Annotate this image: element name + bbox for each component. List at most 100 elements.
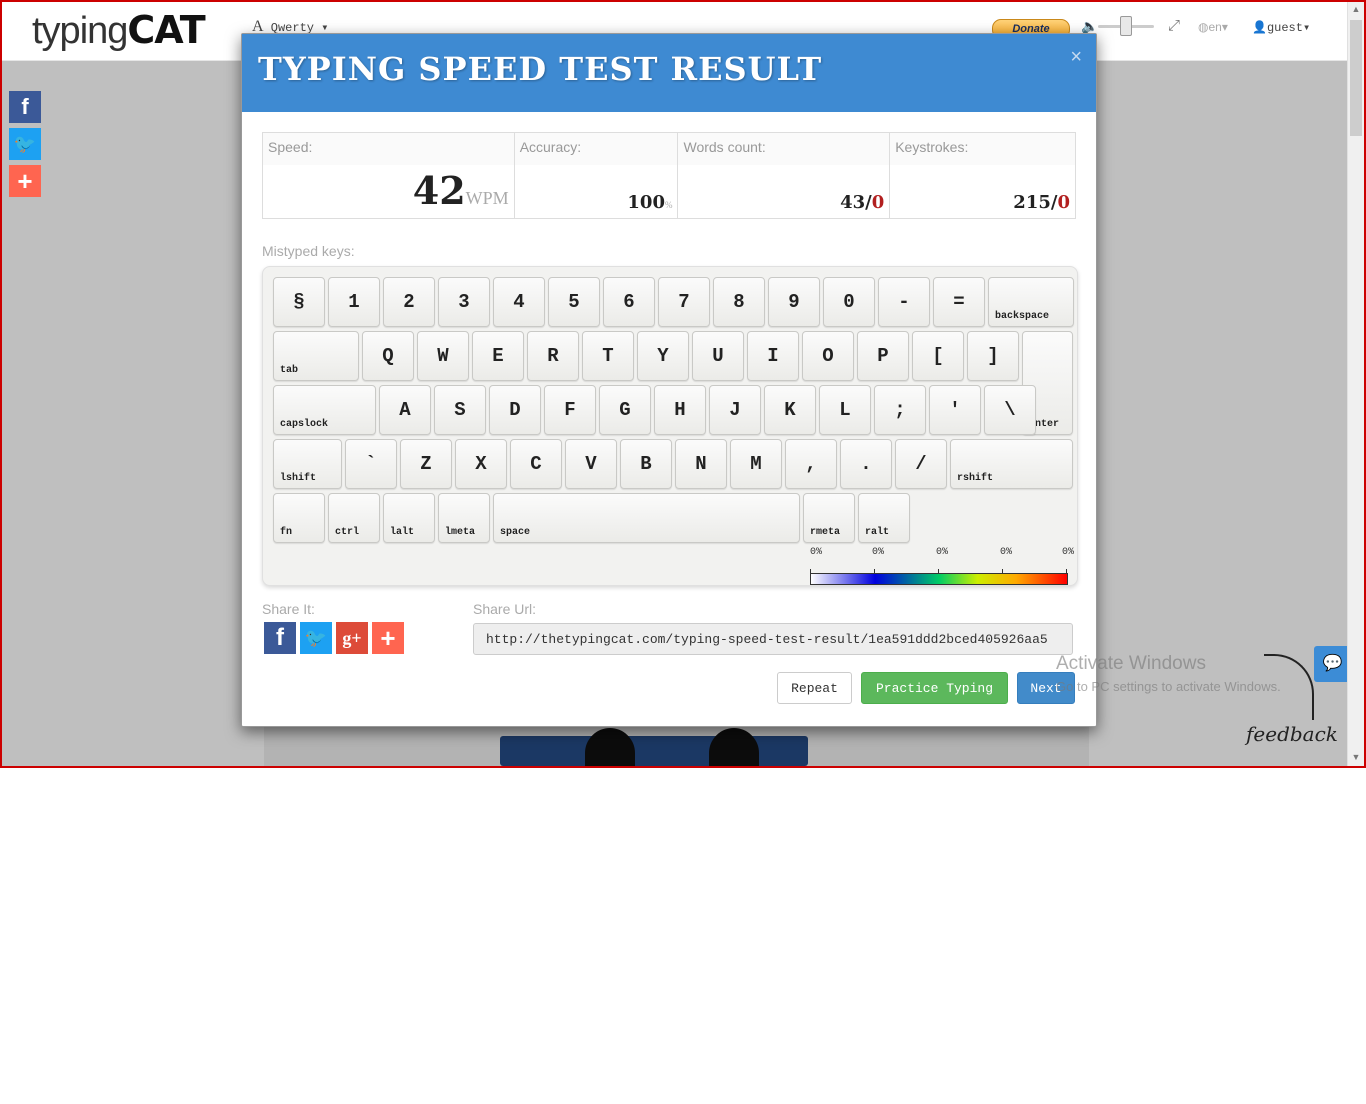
key-char: \ (984, 385, 1036, 435)
key-char: / (895, 439, 947, 489)
key-char: O (802, 331, 854, 381)
key-char: 9 (768, 277, 820, 327)
heatmap-label: 0% (1062, 547, 1075, 558)
key-char: 4 (493, 277, 545, 327)
key-char: T (582, 331, 634, 381)
speed-unit: WPM (465, 188, 509, 208)
accuracy-unit: % (664, 200, 673, 210)
modal-title: TYPING SPEED TEST RESULT (258, 50, 823, 88)
key-rmeta: rmeta (803, 493, 855, 543)
key-char: U (692, 331, 744, 381)
stat-speed: Speed: 42WPM (263, 133, 515, 218)
addthis-share-icon[interactable]: + (9, 165, 41, 197)
watermark-title: Activate Windows (1056, 653, 1206, 674)
caret-down-icon: ▾ (1221, 20, 1228, 34)
key-char: 1 (328, 277, 380, 327)
keystrokes-errors: 0 (1057, 192, 1070, 213)
user-menu[interactable]: 👤guest▾ (1252, 20, 1310, 35)
chat-bubble-icon[interactable]: 💬 (1314, 646, 1351, 682)
key-label: tab (280, 365, 299, 376)
key-char: ; (874, 385, 926, 435)
repeat-button[interactable]: Repeat (777, 672, 852, 704)
addthis-icon[interactable]: + (372, 622, 404, 654)
key-label: rshift (957, 473, 994, 484)
key-char: . (840, 439, 892, 489)
accuracy-value: 100% (627, 192, 672, 213)
key-char: A (379, 385, 431, 435)
key-label: lmeta (445, 527, 476, 538)
globe-icon: ◍ (1198, 20, 1209, 34)
key-char: M (730, 439, 782, 489)
key-ctrl: ctrl (328, 493, 380, 543)
close-icon[interactable]: × (1070, 46, 1082, 69)
key-char: C (510, 439, 562, 489)
key-char: S (434, 385, 486, 435)
result-modal: TYPING SPEED TEST RESULT × Speed: 42WPM … (241, 33, 1097, 727)
key-tab: tab (273, 331, 359, 381)
key-char: Q (362, 331, 414, 381)
key-label: ralt (865, 527, 890, 538)
key-char: , (785, 439, 837, 489)
words-errors: 0 (871, 192, 885, 213)
twitter-icon[interactable]: 🐦 (300, 622, 332, 654)
key-label: rmeta (810, 527, 841, 538)
share-url-input[interactable]: http://thetypingcat.com/typing-speed-tes… (473, 623, 1073, 655)
feedback-link[interactable]: feedback (1246, 722, 1338, 746)
user-name: guest (1266, 21, 1303, 35)
volume-slider-handle[interactable] (1120, 16, 1132, 36)
practice-typing-button[interactable]: Practice Typing (861, 672, 1008, 704)
key-capslock: capslock (273, 385, 376, 435)
key-char: E (472, 331, 524, 381)
keystrokes-label: Keystrokes: (895, 139, 969, 155)
logo-bold-text: CAT (127, 8, 205, 52)
stat-keystrokes: Keystrokes: 215/0 (890, 133, 1075, 218)
stat-words: Words count: 43/0 (678, 133, 891, 218)
key-rshift: rshift (950, 439, 1073, 489)
facebook-icon[interactable]: f (264, 622, 296, 654)
key-char: 2 (383, 277, 435, 327)
twitter-share-icon[interactable]: 🐦 (9, 128, 41, 160)
key-char: W (417, 331, 469, 381)
key-char: ' (929, 385, 981, 435)
language-dropdown[interactable]: ◍en▾ (1198, 20, 1228, 34)
key-label: space (500, 527, 531, 538)
accuracy-number: 100 (627, 192, 665, 213)
facebook-share-icon[interactable]: f (9, 91, 41, 123)
fullscreen-icon[interactable]: ⤢ (1168, 17, 1180, 34)
scroll-down-icon[interactable]: ▼ (1350, 752, 1362, 764)
user-icon: 👤 (1252, 21, 1267, 35)
scrollbar-thumb[interactable] (1350, 20, 1362, 136)
key-char: 6 (603, 277, 655, 327)
speed-value: 42WPM (413, 168, 509, 213)
stats-table: Speed: 42WPM Accuracy: 100% Words count:… (262, 132, 1076, 219)
key-label: fn (280, 527, 293, 538)
key-char: N (675, 439, 727, 489)
words-label: Words count: (683, 139, 766, 155)
heatmap-label: 0% (936, 547, 949, 558)
key-char: ` (345, 439, 397, 489)
google-plus-icon[interactable]: g+ (336, 622, 368, 654)
site-logo[interactable]: typingCAT (32, 8, 206, 53)
key-lshift: lshift (273, 439, 342, 489)
browser-viewport: typingCAT A Qwerty ▾ Donate 🔈 ⤢ ◍en▾ 👤gu… (0, 0, 1366, 768)
keystrokes-value: 215/0 (1013, 192, 1070, 213)
key-char: H (654, 385, 706, 435)
key-space: space (493, 493, 800, 543)
page-scrollbar[interactable]: ▲ ▼ (1347, 2, 1364, 766)
scroll-up-icon[interactable]: ▲ (1350, 4, 1362, 16)
mistyped-keys-keyboard: 0% 0% 0% 0% 0% § 1 2 3 4 5 6 7 8 9 0- = backspace tab… (262, 266, 1078, 586)
key-char: 5 (548, 277, 600, 327)
share-url-label: Share Url: (473, 601, 537, 617)
words-value: 43/0 (840, 192, 884, 213)
logo-text: typing (32, 10, 128, 52)
key-char: F (544, 385, 596, 435)
key-label: lshift (280, 473, 317, 484)
key-label: backspace (995, 311, 1050, 322)
key-lmeta: lmeta (438, 493, 490, 543)
watermark-subtitle: Go to PC settings to activate Windows. (1056, 679, 1281, 694)
heatmap-label: 0% (810, 547, 823, 558)
key-char: Y (637, 331, 689, 381)
key-backspace: backspace (988, 277, 1074, 327)
share-it-label: Share It: (262, 601, 315, 617)
key-char: Z (400, 439, 452, 489)
